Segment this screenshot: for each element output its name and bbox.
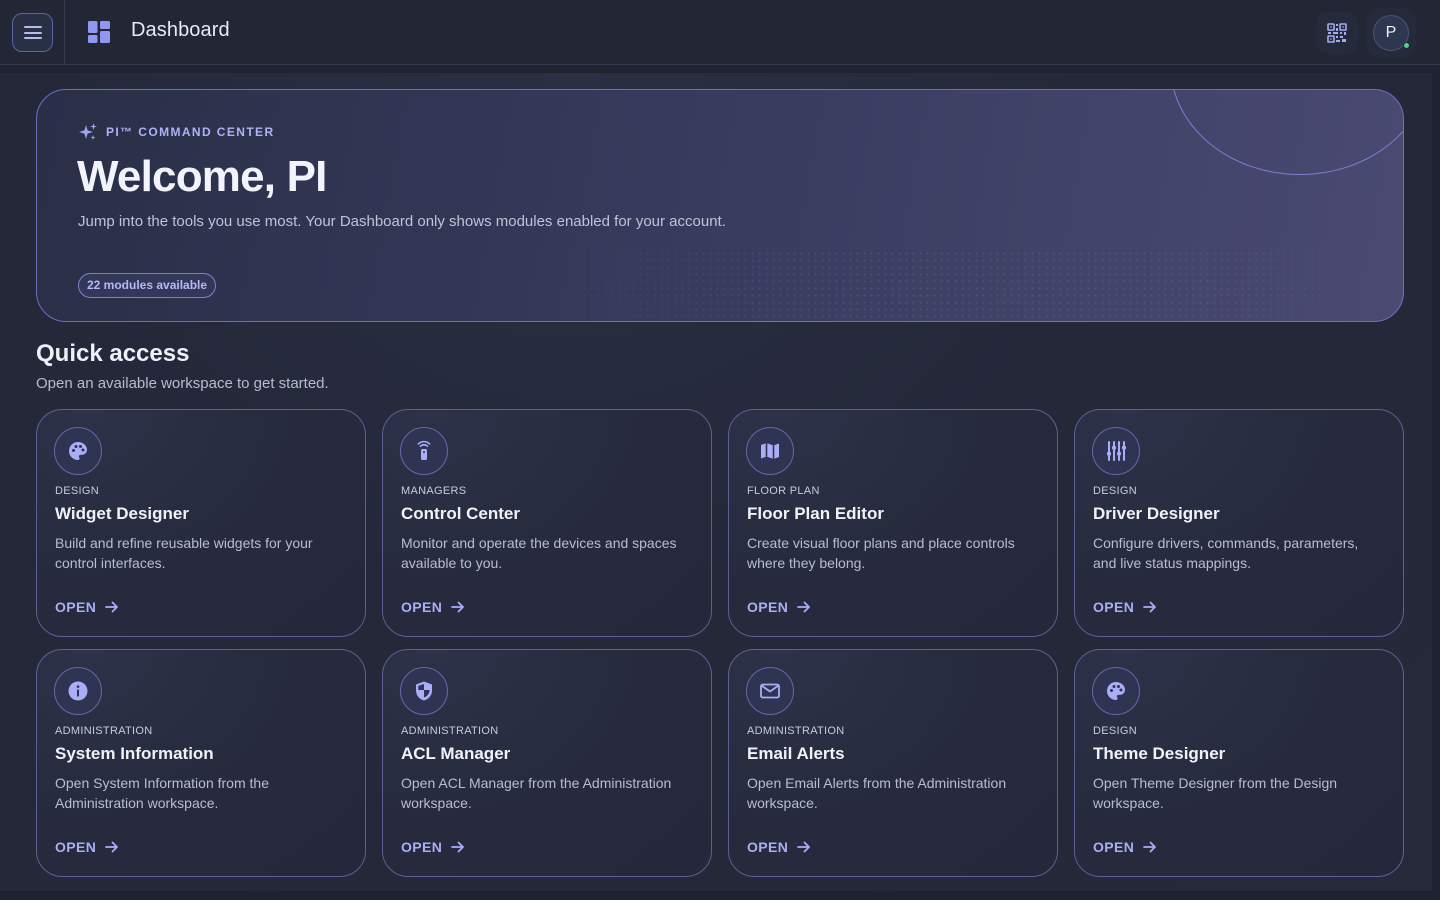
arrow-right-icon [451, 601, 465, 613]
hero-subtitle: Jump into the tools you use most. Your D… [78, 213, 726, 230]
module-name: System Information [55, 744, 214, 763]
palette-icon [1107, 682, 1125, 700]
module-icon-badge [400, 667, 448, 715]
palette-icon [69, 442, 87, 460]
module-icon-badge [54, 667, 102, 715]
module-icon-badge [746, 427, 794, 475]
open-label: OPEN [1093, 599, 1135, 615]
hamburger-icon [23, 26, 42, 39]
hero-title: Welcome, PI [77, 152, 327, 201]
open-label: OPEN [401, 599, 443, 615]
sparkle-icon [79, 123, 97, 140]
qr-code-button[interactable] [1316, 12, 1358, 54]
divider [64, 0, 65, 65]
module-description: Open ACL Manager from the Administration… [401, 775, 672, 811]
hero-kicker: PI™ COMMAND CENTER [78, 122, 275, 142]
open-module-link[interactable]: OPEN [1093, 839, 1158, 855]
open-module-link[interactable]: OPEN [401, 839, 466, 855]
module-description: Monitor and operate the devices and spac… [401, 535, 677, 571]
module-description: Create visual floor plans and place cont… [747, 535, 1015, 571]
module-description: Open System Information from the Adminis… [55, 775, 269, 811]
module-name: Control Center [401, 504, 520, 523]
section-title: Quick access [36, 340, 190, 367]
module-category: ADMINISTRATION [55, 725, 153, 737]
remote-icon [417, 440, 431, 460]
module-description: Build and refine reusable widgets for yo… [55, 535, 313, 571]
avatar-initial: P [1385, 24, 1397, 41]
decorative-arc [1170, 90, 1403, 175]
open-label: OPEN [747, 839, 789, 855]
module-icon-badge [746, 667, 794, 715]
module-category: DESIGN [1093, 725, 1137, 737]
sliders-icon [1107, 441, 1126, 461]
module-icon-badge [54, 427, 102, 475]
open-label: OPEN [1093, 839, 1135, 855]
qr-code-icon [1327, 23, 1347, 43]
module-card[interactable]: DESIGN Widget Designer Build and refine re… [36, 409, 366, 637]
module-category: MANAGERS [401, 485, 467, 497]
user-menu-button[interactable]: P [1366, 8, 1416, 58]
module-name: ACL Manager [401, 744, 511, 763]
avatar: P [1373, 15, 1410, 51]
open-label: OPEN [55, 839, 97, 855]
open-module-link[interactable]: OPEN [747, 839, 812, 855]
module-card[interactable]: MANAGERS Control Center Monitor and operat… [382, 409, 712, 637]
arrow-right-icon [1143, 841, 1157, 853]
module-card[interactable]: ADMINISTRATION ACL Manager Open ACL Manage… [382, 649, 712, 877]
module-icon-badge [1092, 427, 1140, 475]
map-icon [761, 443, 779, 459]
open-module-link[interactable]: OPEN [55, 839, 120, 855]
module-name: Email Alerts [747, 744, 845, 763]
arrow-right-icon [451, 841, 465, 853]
open-label: OPEN [401, 839, 443, 855]
top-bar: Dashboard P [0, 0, 1440, 65]
module-card[interactable]: ADMINISTRATION System Information Open Sys… [36, 649, 366, 877]
open-label: OPEN [747, 599, 789, 615]
module-description: Open Email Alerts from the Administratio… [747, 775, 1007, 811]
decorative-dot-grid [497, 250, 1403, 321]
module-card[interactable]: DESIGN Theme Designer Open Theme Designer … [1074, 649, 1404, 877]
module-category: DESIGN [1093, 485, 1137, 497]
module-name: Driver Designer [1093, 504, 1220, 523]
arrow-right-icon [1143, 601, 1157, 613]
module-category: DESIGN [55, 485, 99, 497]
open-module-link[interactable]: OPEN [401, 599, 466, 615]
module-card[interactable]: FLOOR PLAN Floor Plan Editor Create visual… [728, 409, 1058, 637]
modules-count-badge: 22 modules available [78, 273, 217, 298]
arrow-right-icon [797, 601, 811, 613]
mail-icon [760, 683, 780, 699]
open-module-link[interactable]: OPEN [747, 599, 812, 615]
module-card[interactable]: DESIGN Driver Designer Configure drivers, … [1074, 409, 1404, 637]
menu-button[interactable] [12, 13, 53, 52]
hero-kicker-text: PI™ COMMAND CENTER [106, 125, 275, 139]
open-label: OPEN [55, 599, 97, 615]
module-category: ADMINISTRATION [401, 725, 499, 737]
module-name: Theme Designer [1093, 744, 1226, 763]
module-description: Open Theme Designer from the Design work… [1093, 775, 1338, 811]
module-name: Widget Designer [55, 504, 189, 523]
arrow-right-icon [797, 841, 811, 853]
dashboard-icon [88, 21, 110, 43]
open-module-link[interactable]: OPEN [55, 599, 120, 615]
module-name: Floor Plan Editor [747, 504, 884, 523]
module-card[interactable]: ADMINISTRATION Email Alerts Open Email Ale… [728, 649, 1058, 877]
shield-icon [416, 681, 432, 701]
module-category: ADMINISTRATION [747, 725, 845, 737]
online-status-dot [1403, 42, 1410, 49]
module-icon-badge [400, 427, 448, 475]
info-icon [68, 681, 88, 701]
module-category: FLOOR PLAN [747, 485, 820, 497]
module-description: Configure drivers, commands, parameters,… [1093, 535, 1359, 571]
open-module-link[interactable]: OPEN [1093, 599, 1158, 615]
welcome-hero: PI™ COMMAND CENTER Welcome, PI Jump into… [36, 89, 1404, 322]
section-subtitle: Open an available workspace to get start… [36, 375, 329, 392]
arrow-right-icon [105, 841, 119, 853]
module-icon-badge [1092, 667, 1140, 715]
arrow-right-icon [105, 601, 119, 613]
page-title: Dashboard [131, 19, 230, 41]
